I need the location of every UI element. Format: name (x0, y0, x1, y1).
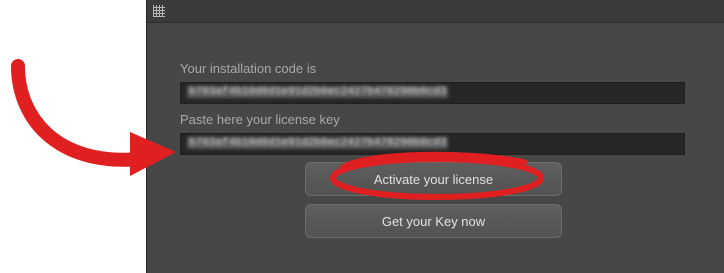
license-key-input[interactable]: b703af4b10d6d1e91d2b6ec2427b478290b0cd3 (180, 133, 685, 155)
installation-code-value: b703af4b10d6d1e91d2b6ec2427b478290b0cd3 (187, 86, 449, 98)
installation-code-label: Your installation code is (180, 61, 317, 76)
license-dialog: Your installation code is b703af4b10d6d1… (146, 0, 724, 273)
grip-icon (153, 5, 165, 17)
red-arrow-icon (11, 59, 157, 167)
get-key-button[interactable]: Get your Key now (305, 204, 562, 238)
license-key-label: Paste here your license key (180, 112, 340, 127)
activate-license-button[interactable]: Activate your license (305, 162, 562, 196)
license-key-value: b703af4b10d6d1e91d2b6ec2427b478290b0cd3 (187, 137, 449, 149)
installation-code-field[interactable]: b703af4b10d6d1e91d2b6ec2427b478290b0cd3 (180, 82, 685, 104)
title-bar[interactable] (147, 0, 724, 23)
